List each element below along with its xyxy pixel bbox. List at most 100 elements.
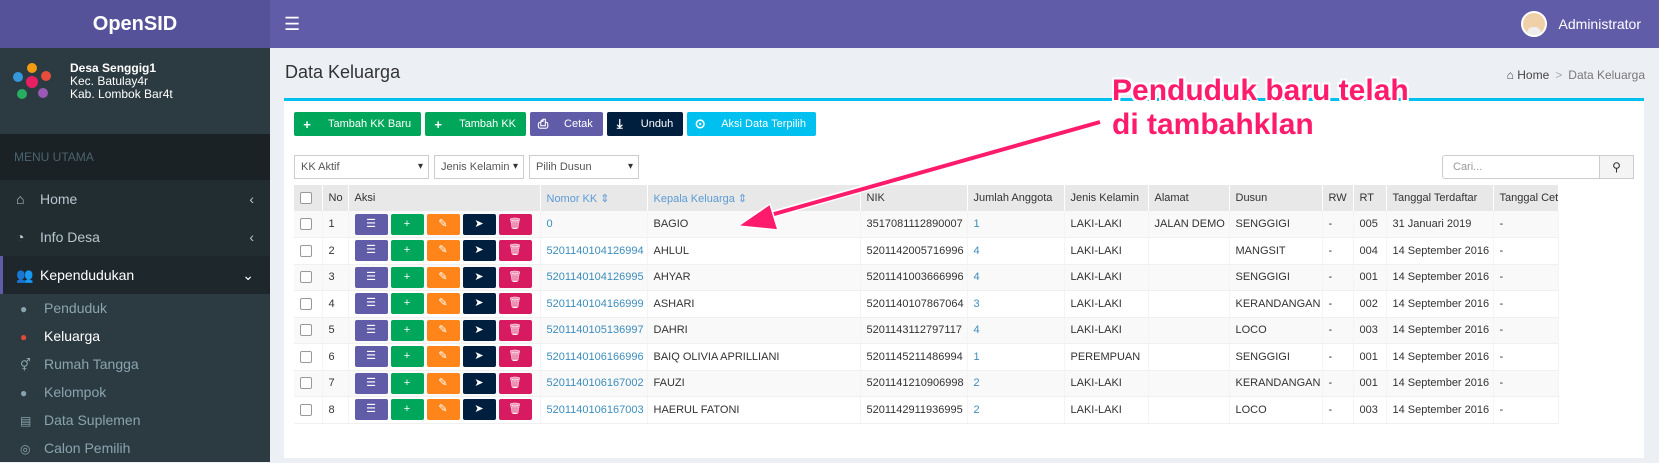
location-button[interactable]: ➤	[462, 213, 496, 235]
cell-nomor-kk[interactable]: 5201140104166999	[540, 290, 648, 318]
tambah-kk-button[interactable]: + Tambah KK	[425, 112, 527, 136]
edit-button[interactable]: ✎	[426, 372, 460, 394]
cell-rt: 003	[1353, 396, 1387, 424]
unduh-button[interactable]: ⤓ Unduh	[606, 112, 684, 136]
submenu-keluarga[interactable]: ● Keluarga	[0, 322, 270, 350]
sidebar-item-info-desa[interactable]: ◔ Info Desa ‹	[0, 218, 270, 256]
cell-nomor-kk[interactable]: 5201140106167002	[540, 370, 648, 397]
edit-button[interactable]: ✎	[426, 266, 460, 288]
delete-button[interactable]: 🗑	[498, 266, 532, 288]
row-checkbox[interactable]	[294, 317, 323, 344]
submenu-penduduk[interactable]: ● Penduduk	[0, 294, 270, 322]
location-button[interactable]: ➤	[462, 319, 496, 341]
cell-jumlah-anggota[interactable]: 2	[967, 370, 1065, 397]
cell-jumlah-anggota[interactable]: 4	[967, 264, 1065, 291]
list-anggota-button[interactable]: ☰	[354, 372, 388, 394]
cell-nik: 3517081112890007	[860, 211, 968, 238]
cell-nomor-kk[interactable]: 0	[540, 211, 648, 238]
tambah-anggota-button[interactable]: +	[390, 240, 424, 262]
tambah-anggota-button[interactable]: +	[390, 293, 424, 315]
submenu-calon-pemilih[interactable]: ◎ Calon Pemilih	[0, 434, 270, 462]
submenu-kelompok[interactable]: ● Kelompok	[0, 378, 270, 406]
cell-jumlah-anggota[interactable]: 1	[967, 343, 1065, 371]
submenu-data-suplemen[interactable]: ▤ Data Suplemen	[0, 406, 270, 434]
app-logo[interactable]: OpenSID	[0, 0, 270, 48]
tambah-kk-baru-button[interactable]: + Tambah KK Baru	[294, 112, 422, 136]
cell-nomor-kk[interactable]: 5201140106167003	[540, 396, 648, 424]
list-anggota-button[interactable]: ☰	[354, 293, 388, 315]
delete-button[interactable]: 🗑	[498, 293, 532, 315]
list-anggota-button[interactable]: ☰	[354, 240, 388, 262]
cell-jumlah-anggota[interactable]: 1	[967, 211, 1065, 238]
tambah-anggota-button[interactable]: +	[390, 346, 424, 368]
cell-jenis-kelamin: LAKI-LAKI	[1064, 237, 1149, 265]
cell-nomor-kk[interactable]: 5201140104126994	[540, 237, 648, 265]
tambah-anggota-button[interactable]: +	[390, 372, 424, 394]
tambah-anggota-button[interactable]: +	[390, 266, 424, 288]
list-anggota-button[interactable]: ☰	[354, 399, 388, 421]
submenu-label: Data Suplemen	[44, 412, 141, 428]
col-kepala-keluarga[interactable]: Kepala Keluarga ⇕	[647, 185, 861, 211]
search-input[interactable]: Cari...	[1442, 155, 1600, 179]
cetak-button[interactable]: ⎙ Cetak	[530, 112, 603, 136]
tambah-anggota-button[interactable]: +	[390, 213, 424, 235]
row-checkbox[interactable]	[294, 396, 323, 424]
user-menu[interactable]: Administrator	[1520, 10, 1641, 38]
row-checkbox[interactable]	[294, 237, 323, 265]
edit-button[interactable]: ✎	[426, 213, 460, 235]
list-anggota-button[interactable]: ☰	[354, 319, 388, 341]
row-checkbox[interactable]	[294, 264, 323, 291]
tambah-anggota-button[interactable]: +	[390, 399, 424, 421]
breadcrumb-home[interactable]: Home	[1517, 68, 1549, 82]
edit-button[interactable]: ✎	[426, 293, 460, 315]
users-icon: 👥	[16, 267, 34, 283]
cell-jumlah-anggota[interactable]: 2	[967, 396, 1065, 424]
cell-nomor-kk[interactable]: 5201140105136997	[540, 317, 648, 344]
search-button[interactable]: ⚲	[1600, 155, 1634, 179]
list-anggota-button[interactable]: ☰	[354, 213, 388, 235]
edit-button[interactable]: ✎	[426, 240, 460, 262]
cell-jumlah-anggota[interactable]: 4	[967, 237, 1065, 265]
list-anggota-button[interactable]: ☰	[354, 346, 388, 368]
aksi-data-terpilih-button[interactable]: ⊙ Aksi Data Terpilih	[687, 112, 816, 136]
edit-button[interactable]: ✎	[426, 319, 460, 341]
sidebar-item-kependudukan[interactable]: 👥 Kependudukan ⌄	[0, 256, 270, 294]
sidebar-toggle-icon[interactable]: ☰	[284, 14, 300, 35]
location-button[interactable]: ➤	[462, 240, 496, 262]
location-button[interactable]: ➤	[462, 372, 496, 394]
delete-button[interactable]: 🗑	[498, 319, 532, 341]
edit-button[interactable]: ✎	[426, 399, 460, 421]
user-icon: ●	[20, 302, 28, 316]
dusun-select[interactable]: Pilih Dusun	[529, 155, 639, 179]
delete-button[interactable]: 🗑	[498, 240, 532, 262]
row-checkbox[interactable]	[294, 290, 323, 318]
location-button[interactable]: ➤	[462, 346, 496, 368]
row-checkbox[interactable]	[294, 370, 323, 397]
tambah-anggota-button[interactable]: +	[390, 319, 424, 341]
cell-jumlah-anggota[interactable]: 4	[967, 317, 1065, 344]
submenu-rumah-tangga[interactable]: ⚥ Rumah Tangga	[0, 350, 270, 378]
cell-nomor-kk[interactable]: 5201140104126995	[540, 264, 648, 291]
delete-button[interactable]: 🗑	[498, 346, 532, 368]
list-anggota-button[interactable]: ☰	[354, 266, 388, 288]
edit-button[interactable]: ✎	[426, 346, 460, 368]
location-button[interactable]: ➤	[462, 399, 496, 421]
location-button[interactable]: ➤	[462, 266, 496, 288]
delete-button[interactable]: 🗑	[498, 399, 532, 421]
sidebar-item-home[interactable]: ⌂ Home ‹	[0, 180, 270, 218]
delete-button[interactable]: 🗑	[498, 213, 532, 235]
menu-header: MENU UTAMA	[0, 134, 270, 180]
family-icon: ●	[20, 330, 28, 344]
status-select[interactable]: KK Aktif	[294, 155, 429, 179]
cell-jumlah-anggota[interactable]: 3	[967, 290, 1065, 318]
row-checkbox[interactable]	[294, 211, 323, 238]
row-checkbox[interactable]	[294, 343, 323, 371]
cell-nomor-kk[interactable]: 5201140106166996	[540, 343, 648, 371]
delete-button[interactable]: 🗑	[498, 372, 532, 394]
submenu-label: Keluarga	[44, 328, 101, 344]
location-button[interactable]: ➤	[462, 293, 496, 315]
cell-rt: 003	[1353, 317, 1387, 344]
jenis-kelamin-select[interactable]: Jenis Kelamin	[434, 155, 524, 179]
select-all-checkbox[interactable]	[294, 185, 323, 211]
col-nomor-kk[interactable]: Nomor KK ⇕	[540, 185, 648, 211]
